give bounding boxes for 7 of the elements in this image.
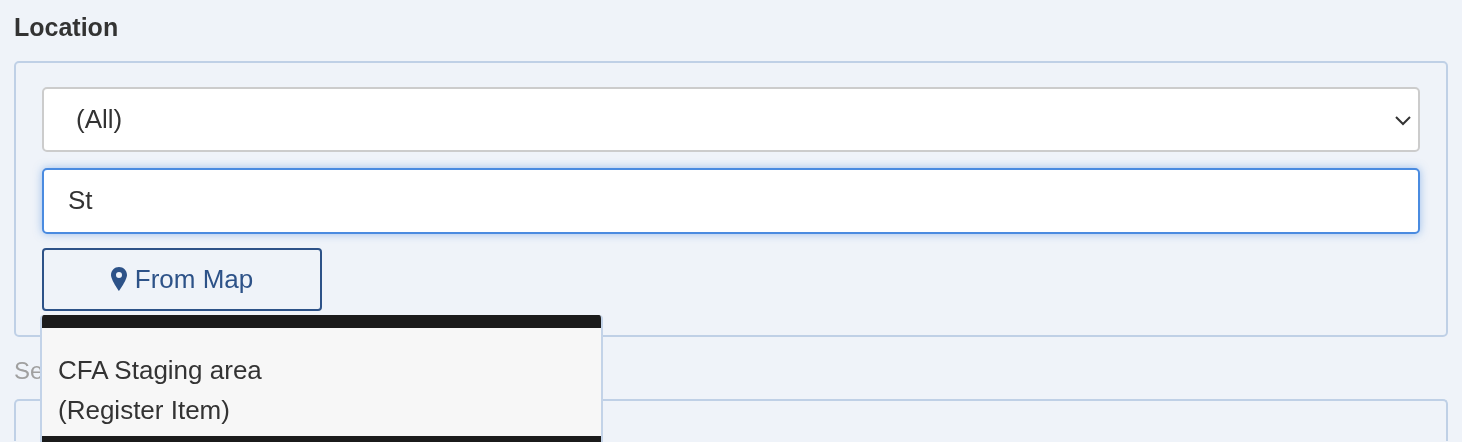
map-pin-icon: [110, 267, 127, 292]
section-title: Location: [13, 12, 120, 42]
search-field[interactable]: St: [42, 168, 1420, 234]
from-map-button[interactable]: From Map: [42, 247, 322, 311]
location-select[interactable]: (All): [42, 87, 1420, 153]
chevron-down-icon: [1394, 113, 1412, 126]
suggestion-item[interactable]: CFA Staging area (Register Item): [42, 328, 601, 436]
